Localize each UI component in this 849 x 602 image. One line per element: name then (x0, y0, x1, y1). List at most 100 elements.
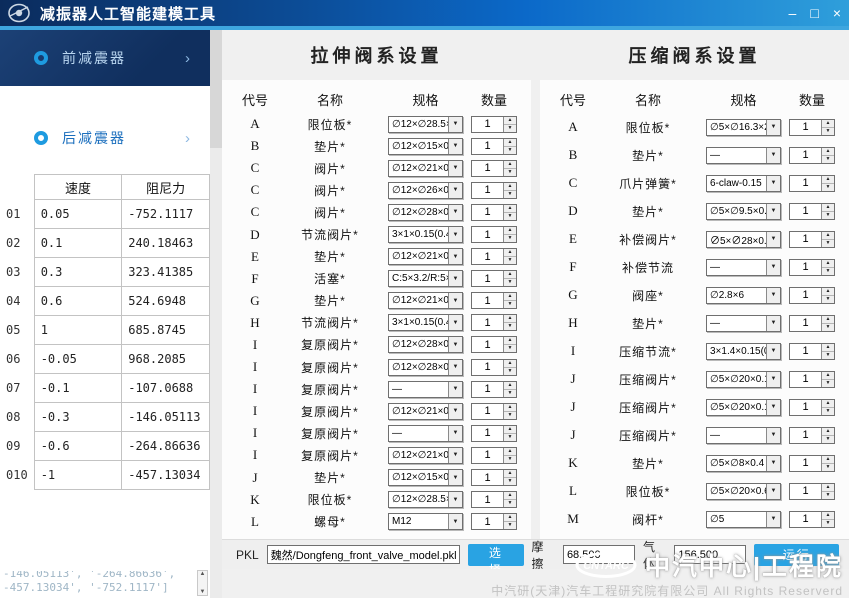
qty-spinner[interactable]: 1▲▼ (471, 513, 517, 530)
spec-dropdown[interactable]: ∅12×∅21×0.25▼ (388, 248, 463, 265)
speed-cell[interactable]: -1 (34, 461, 122, 490)
qty-spinner[interactable]: 1▲▼ (471, 226, 517, 243)
force-cell[interactable]: 524.6948 (122, 287, 210, 316)
qty-spinner[interactable]: 1▲▼ (789, 343, 835, 360)
dropdown-arrow-icon[interactable]: ▼ (766, 428, 780, 443)
spinner-up-icon[interactable]: ▲ (504, 426, 516, 434)
spinner-up-icon[interactable]: ▲ (822, 260, 834, 268)
spinner-up-icon[interactable]: ▲ (822, 288, 834, 296)
qty-spinner[interactable]: 1▲▼ (789, 287, 835, 304)
spec-dropdown[interactable]: ∅12×∅21×0.15▼ (388, 160, 463, 177)
spinner-down-icon[interactable]: ▼ (822, 492, 834, 499)
qty-spinner[interactable]: 1▲▼ (471, 381, 517, 398)
qty-spinner[interactable]: 1▲▼ (471, 204, 517, 221)
qty-spinner[interactable]: 1▲▼ (471, 314, 517, 331)
spinner-up-icon[interactable]: ▲ (504, 183, 516, 191)
spinner-up-icon[interactable]: ▲ (822, 176, 834, 184)
spinner-up-icon[interactable]: ▲ (504, 360, 516, 368)
qty-spinner[interactable]: 1▲▼ (471, 447, 517, 464)
spinner-up-icon[interactable]: ▲ (504, 315, 516, 323)
spinner-down-icon[interactable]: ▼ (504, 301, 516, 308)
spinner-up-icon[interactable]: ▲ (504, 249, 516, 257)
spinner-up-icon[interactable]: ▲ (504, 227, 516, 235)
spec-dropdown[interactable]: ∅2.8×6▼ (706, 287, 781, 304)
spinner-down-icon[interactable]: ▼ (504, 456, 516, 463)
spinner-down-icon[interactable]: ▼ (822, 184, 834, 191)
spinner-down-icon[interactable]: ▼ (504, 279, 516, 286)
spinner-up-icon[interactable]: ▲ (822, 232, 834, 240)
spec-dropdown[interactable]: ∅5×∅20×0.10▼ (706, 371, 781, 388)
dropdown-arrow-icon[interactable]: ▼ (448, 183, 462, 198)
spec-dropdown[interactable]: 6-claw-0.15▼ (706, 175, 781, 192)
qty-spinner[interactable]: 1▲▼ (471, 292, 517, 309)
spinner-up-icon[interactable]: ▲ (822, 400, 834, 408)
spec-dropdown[interactable]: ∅5×∅28×0.25（腰）新▼ (706, 231, 781, 248)
dropdown-arrow-icon[interactable]: ▼ (766, 456, 780, 471)
spec-dropdown[interactable]: 3×1×0.15(0.45)▼ (388, 314, 463, 331)
spec-dropdown[interactable]: ∅5×∅20×0.15▼ (706, 399, 781, 416)
spec-dropdown[interactable]: 3×1.4×0.15(0.63)▼ (706, 343, 781, 360)
spinner-down-icon[interactable]: ▼ (822, 520, 834, 527)
spec-dropdown[interactable]: —▼ (706, 315, 781, 332)
spinner-down-icon[interactable]: ▼ (504, 478, 516, 485)
spinner-up-icon[interactable]: ▲ (822, 120, 834, 128)
gas-input[interactable] (674, 545, 746, 564)
spinner-up-icon[interactable]: ▲ (504, 271, 516, 279)
dropdown-arrow-icon[interactable]: ▼ (766, 344, 780, 359)
spec-dropdown[interactable]: ∅5×∅9.5×0.80▼ (706, 203, 781, 220)
dropdown-arrow-icon[interactable]: ▼ (448, 448, 462, 463)
speed-cell[interactable]: -0.3 (34, 403, 122, 432)
qty-spinner[interactable]: 1▲▼ (789, 231, 835, 248)
force-cell[interactable]: 685.8745 (122, 316, 210, 345)
spec-dropdown[interactable]: ∅12×∅21×0.20▼ (388, 292, 463, 309)
speed-cell[interactable]: -0.1 (34, 374, 122, 403)
force-cell[interactable]: 323.41385 (122, 258, 210, 287)
spec-dropdown[interactable]: ∅12×∅28×0.15▼ (388, 204, 463, 221)
qty-spinner[interactable]: 1▲▼ (471, 138, 517, 155)
spec-dropdown[interactable]: ∅12×∅15×0.30▼ (388, 138, 463, 155)
spec-dropdown[interactable]: ∅12×∅28.5×2.5▼ (388, 491, 463, 508)
spec-dropdown[interactable]: —▼ (388, 381, 463, 398)
qty-spinner[interactable]: 1▲▼ (471, 491, 517, 508)
close-button[interactable]: × (833, 6, 841, 20)
qty-spinner[interactable]: 1▲▼ (789, 483, 835, 500)
spinner-down-icon[interactable]: ▼ (822, 296, 834, 303)
spinner-down-icon[interactable]: ▼ (822, 240, 834, 247)
spinner-down-icon[interactable]: ▼ (504, 169, 516, 176)
qty-spinner[interactable]: 1▲▼ (471, 425, 517, 442)
spinner-up-icon[interactable]: ▲ (504, 337, 516, 345)
spinner-down-icon[interactable]: ▼ (504, 235, 516, 242)
dropdown-arrow-icon[interactable]: ▼ (766, 372, 780, 387)
main-scrollbar[interactable] (210, 30, 222, 598)
spec-dropdown[interactable]: —▼ (706, 259, 781, 276)
spec-dropdown[interactable]: —▼ (388, 425, 463, 442)
spinner-up-icon[interactable]: ▲ (822, 148, 834, 156)
spinner-up-icon[interactable]: ▲ (504, 139, 516, 147)
speed-cell[interactable]: 0.1 (34, 229, 122, 258)
dropdown-arrow-icon[interactable]: ▼ (766, 204, 780, 219)
spec-dropdown[interactable]: ∅5×∅8×0.4▼ (706, 455, 781, 472)
dropdown-arrow-icon[interactable]: ▼ (766, 512, 780, 527)
spinner-down-icon[interactable]: ▼ (822, 212, 834, 219)
force-cell[interactable]: 968.2085 (122, 345, 210, 374)
dropdown-arrow-icon[interactable]: ▼ (448, 161, 462, 176)
spinner-down-icon[interactable]: ▼ (822, 156, 834, 163)
force-cell[interactable]: 240.18463 (122, 229, 210, 258)
qty-spinner[interactable]: 1▲▼ (789, 147, 835, 164)
spinner-down-icon[interactable]: ▼ (504, 213, 516, 220)
dropdown-arrow-icon[interactable]: ▼ (766, 484, 780, 499)
dropdown-arrow-icon[interactable]: ▼ (448, 470, 462, 485)
spec-dropdown[interactable]: ∅5×∅16.3×2.5▼ (706, 119, 781, 136)
spinner-up-icon[interactable]: ▲ (504, 448, 516, 456)
spinner-down-icon[interactable]: ▼ (504, 323, 516, 330)
run-button[interactable]: 运行 (754, 544, 839, 566)
dropdown-arrow-icon[interactable]: ▼ (448, 139, 462, 154)
dropdown-arrow-icon[interactable]: ▼ (448, 117, 462, 132)
spinner-up-icon[interactable]: ▲ (504, 293, 516, 301)
dropdown-arrow-icon[interactable]: ▼ (448, 227, 462, 242)
spinner-up-icon[interactable]: ▲ (504, 117, 516, 125)
spinner-down-icon[interactable]: ▼ (504, 345, 516, 352)
dropdown-arrow-icon[interactable]: ▼ (448, 426, 462, 441)
qty-spinner[interactable]: 1▲▼ (471, 182, 517, 199)
dropdown-arrow-icon[interactable]: ▼ (766, 288, 780, 303)
